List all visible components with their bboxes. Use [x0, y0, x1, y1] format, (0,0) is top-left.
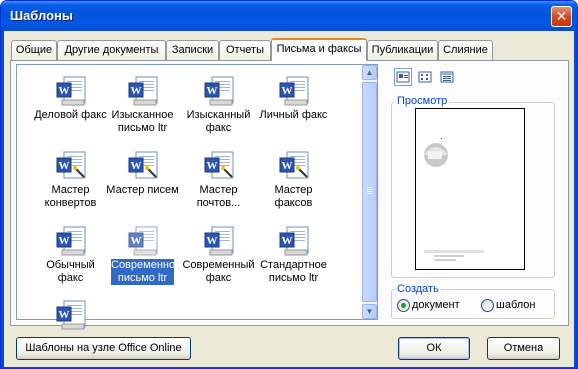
window-frame-left	[1, 31, 4, 368]
tab-reports[interactable]: Отчеты	[219, 40, 271, 60]
template-label: Современное письмо ltr	[111, 259, 182, 285]
scroll-down-button[interactable]: ▼	[362, 304, 377, 319]
template-label: Мастер конвертов	[44, 184, 97, 209]
template-item[interactable]: W Личный факс	[256, 71, 331, 147]
word-fax-icon: W	[56, 226, 86, 256]
word-wizard-icon: W	[204, 151, 234, 179]
svg-text:W: W	[282, 160, 293, 172]
office-online-templates-button[interactable]: Шаблоны на узле Office Online	[16, 337, 191, 360]
template-item[interactable]: W Изысканный факс	[181, 71, 256, 147]
preview-label: Просмотр	[395, 95, 450, 107]
word-fax-icon: W	[279, 76, 309, 106]
arrow-down-icon: ▼	[365, 307, 374, 316]
template-item[interactable]: W Стандартное письмо ltr	[256, 221, 331, 297]
letter-preview-image	[424, 138, 484, 261]
word-letter-icon: W	[128, 76, 158, 106]
template-item[interactable]: W Мастер конвертов	[33, 146, 108, 222]
template-item[interactable]: W Мастер писем	[105, 146, 180, 222]
word-wizard-icon: W	[128, 151, 158, 179]
svg-text:W: W	[207, 235, 218, 247]
template-item[interactable]: W Современный факс	[181, 221, 256, 297]
tab-label: Общие	[15, 44, 53, 56]
svg-text:W: W	[282, 235, 293, 247]
svg-text:W: W	[207, 85, 218, 97]
title-bar[interactable]: Шаблоны ✕	[1, 1, 577, 31]
svg-text:W: W	[207, 160, 218, 172]
tab-label: Публикации	[371, 44, 434, 56]
large-icons-view-button[interactable]	[394, 68, 412, 86]
window-title: Шаблоны	[10, 8, 73, 23]
template-label: Мастер писем	[106, 184, 179, 196]
word-fax-icon: W	[204, 226, 234, 256]
details-view-button[interactable]	[438, 68, 456, 86]
radio-document[interactable]	[397, 299, 410, 312]
tab-label: Записки	[171, 44, 214, 56]
template-item[interactable]: W Обычный факс	[33, 221, 108, 297]
grip-icon	[367, 187, 373, 188]
tab-publications[interactable]: Публикации	[367, 40, 438, 60]
radio-document-label[interactable]: документ	[412, 299, 460, 311]
tab-letters-faxes[interactable]: Письма и факсы	[271, 38, 367, 61]
svg-text:W: W	[131, 85, 142, 97]
tab-other-documents[interactable]: Другие документы	[57, 40, 166, 60]
tab-mail-merge[interactable]: Слияние	[438, 40, 493, 60]
template-label: Мастер факсов	[274, 184, 313, 209]
template-preview	[415, 108, 525, 270]
word-letter-icon: W	[56, 300, 86, 330]
window-frame-right	[574, 31, 577, 368]
templates-dialog: Шаблоны ✕ Общие Другие документы Записки…	[0, 0, 578, 369]
template-label: Мастер почтов...	[196, 184, 241, 209]
radio-template[interactable]	[481, 299, 494, 312]
tab-general[interactable]: Общие	[11, 40, 57, 60]
template-item[interactable]: W Изысканное письмо ltr	[105, 71, 180, 147]
template-label: Стандартное письмо ltr	[260, 259, 327, 284]
close-button[interactable]: ✕	[551, 6, 572, 27]
ok-button[interactable]: ОК	[398, 337, 470, 360]
word-fax-icon: W	[56, 76, 86, 106]
word-fax-icon: W	[204, 76, 234, 106]
template-label: Современный факс	[182, 259, 255, 284]
svg-text:W: W	[59, 235, 70, 247]
svg-text:W: W	[59, 85, 70, 97]
tab-label: Письма и факсы	[276, 43, 362, 55]
tab-label: Отчеты	[225, 44, 265, 56]
scroll-thumb[interactable]	[362, 82, 377, 302]
scroll-up-button[interactable]: ▲	[362, 65, 377, 80]
template-item[interactable]: W Мастер факсов	[256, 146, 331, 222]
svg-text:W: W	[131, 235, 142, 247]
template-label: Личный факс	[259, 109, 328, 121]
details-icon	[440, 71, 454, 83]
cancel-button[interactable]: Отмена	[487, 337, 560, 360]
list-icon	[418, 71, 432, 83]
list-view-button[interactable]	[416, 68, 434, 86]
word-wizard-icon: W	[56, 151, 86, 179]
word-letter-icon: W	[128, 226, 158, 256]
create-label: Создать	[395, 283, 441, 295]
template-label: Деловой факс	[34, 109, 107, 121]
tab-label: Другие документы	[64, 44, 159, 56]
close-icon: ✕	[555, 8, 568, 24]
template-label: Изысканное письмо ltr	[111, 109, 174, 134]
svg-text:W: W	[59, 309, 70, 321]
word-wizard-icon: W	[279, 151, 309, 179]
radio-template-label[interactable]: шаблон	[496, 299, 535, 311]
template-label: Обычный факс	[46, 259, 95, 284]
large-icons-icon	[396, 71, 410, 83]
template-label: Изысканный факс	[186, 109, 251, 134]
template-item[interactable]: W Мастер почтов...	[181, 146, 256, 222]
svg-text:W: W	[131, 160, 142, 172]
tab-memos[interactable]: Записки	[166, 40, 219, 60]
template-item[interactable]: W Деловой факс	[33, 71, 108, 147]
svg-text:W: W	[282, 85, 293, 97]
word-letter-icon: W	[279, 226, 309, 256]
tab-label: Слияние	[443, 44, 488, 56]
arrow-up-icon: ▲	[365, 68, 374, 77]
vertical-scrollbar[interactable]: ▲ ▼	[362, 65, 377, 319]
svg-text:W: W	[59, 160, 70, 172]
template-item[interactable]: W Современное письмо ltr	[105, 221, 182, 297]
